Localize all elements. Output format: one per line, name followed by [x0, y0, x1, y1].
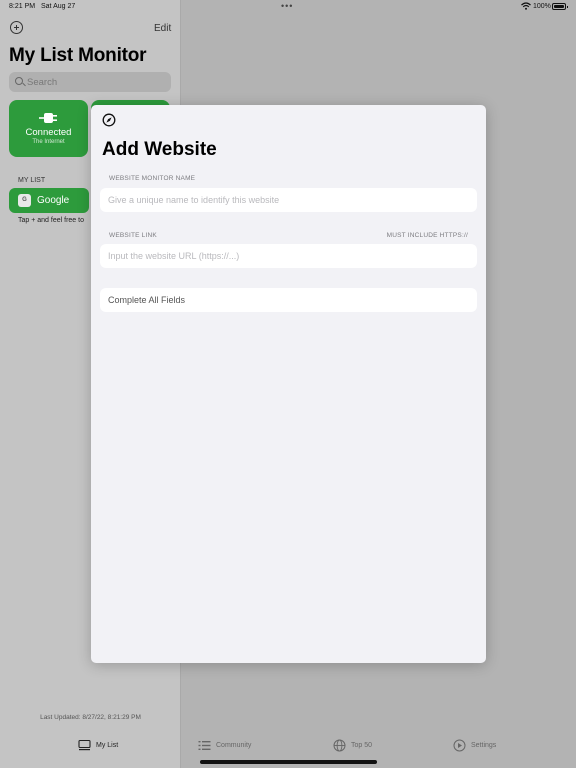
- battery-percent: 100%: [533, 3, 551, 10]
- tab-label: Settings: [471, 742, 497, 749]
- complete-fields-button[interactable]: Complete All Fields: [100, 288, 477, 312]
- monitor-name-label: WEBSITE MONITOR NAME: [109, 175, 196, 182]
- list-item[interactable]: G Google: [9, 188, 89, 213]
- website-link-field[interactable]: [100, 244, 477, 268]
- search-field[interactable]: Search: [9, 72, 171, 92]
- search-placeholder: Search: [27, 77, 58, 88]
- battery-icon: [552, 3, 568, 10]
- website-link-label: WEBSITE LINK: [109, 232, 157, 239]
- monitor-name-field[interactable]: [100, 188, 477, 212]
- list-icon: [198, 741, 211, 750]
- play-circle-icon: [453, 739, 466, 752]
- website-url-input[interactable]: [100, 244, 477, 268]
- connected-card[interactable]: Connected The Internet: [9, 100, 88, 157]
- sheet-title: Add Website: [102, 139, 217, 160]
- status-time: 8:21 PM: [9, 3, 36, 10]
- last-updated: Last Updated: 8/27/22, 8:21:29 PM: [40, 714, 141, 721]
- multitasking-dots-icon[interactable]: •••: [281, 1, 293, 11]
- edit-button[interactable]: Edit: [154, 23, 171, 34]
- card-title: Connected: [25, 127, 72, 138]
- list-monitor-icon: [78, 739, 91, 751]
- plug-icon: [39, 113, 57, 123]
- my-list-header: MY LIST: [18, 177, 46, 184]
- app-title: My List Monitor: [9, 45, 147, 66]
- list-item-label: Google: [37, 195, 70, 206]
- https-requirement-note: MUST INCLUDE HTTPS://: [386, 232, 468, 239]
- globe-icon: [333, 739, 346, 752]
- tab-label: Top 50: [351, 742, 373, 749]
- compass-icon: [102, 113, 116, 127]
- status-bar: 8:21 PM Sat Aug 27 ••• 100%: [0, 0, 576, 14]
- monitor-name-input[interactable]: [100, 188, 477, 212]
- add-circle-icon[interactable]: [10, 21, 23, 34]
- home-indicator[interactable]: [200, 760, 377, 764]
- card-subtitle: The Internet: [32, 139, 65, 145]
- status-date: Sat Aug 27: [41, 3, 76, 10]
- tab-label: Community: [216, 742, 252, 749]
- search-icon: [15, 77, 23, 85]
- add-website-sheet: Add Website WEBSITE MONITOR NAME WEBSITE…: [91, 105, 486, 663]
- hint-text: Tap + and feel free to: [18, 217, 84, 224]
- site-badge: G: [18, 194, 31, 207]
- wifi-icon: [521, 2, 531, 10]
- tab-label: My List: [96, 742, 119, 749]
